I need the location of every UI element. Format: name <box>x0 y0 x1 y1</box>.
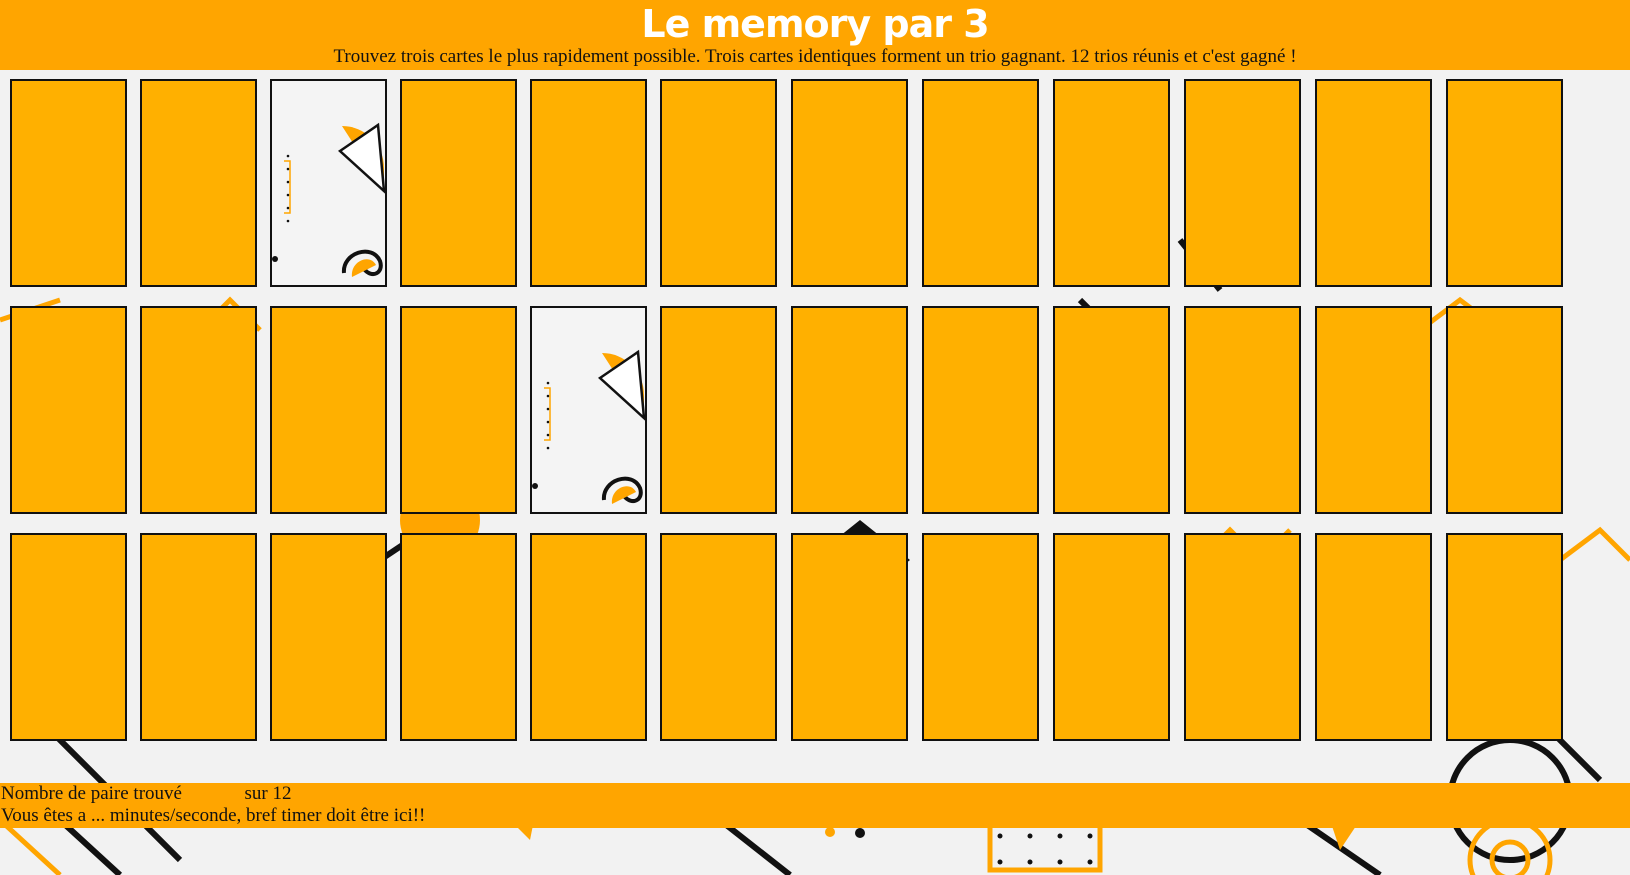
memory-card[interactable] <box>270 533 387 741</box>
timer-text: Vous êtes a ... minutes/seconde, bref ti… <box>1 805 426 826</box>
memory-card[interactable] <box>1446 79 1563 287</box>
memory-card[interactable] <box>140 79 257 287</box>
memory-card[interactable] <box>791 533 908 741</box>
memory-card[interactable] <box>400 306 517 514</box>
memory-card[interactable] <box>1446 306 1563 514</box>
memory-card[interactable] <box>922 79 1039 287</box>
memory-card[interactable] <box>1446 533 1563 741</box>
memory-card[interactable] <box>791 79 908 287</box>
memory-card[interactable] <box>660 533 777 741</box>
memory-card[interactable] <box>10 533 127 741</box>
memory-card[interactable] <box>10 306 127 514</box>
memory-card[interactable] <box>1053 533 1170 741</box>
memory-card[interactable] <box>1184 533 1301 741</box>
memory-card[interactable] <box>530 533 647 741</box>
memory-card[interactable] <box>140 533 257 741</box>
page-header: Le memory par 3 Trouvez trois cartes le … <box>0 0 1630 70</box>
memory-card[interactable] <box>1315 79 1432 287</box>
game-instructions: Trouvez trois cartes le plus rapidement … <box>333 46 1297 67</box>
memory-card[interactable] <box>1053 306 1170 514</box>
memory-card[interactable] <box>1053 79 1170 287</box>
memory-card[interactable] <box>660 79 777 287</box>
memory-card[interactable] <box>270 306 387 514</box>
memory-card[interactable] <box>10 79 127 287</box>
memory-card[interactable] <box>660 306 777 514</box>
memory-card[interactable] <box>1184 306 1301 514</box>
memory-card-revealed[interactable] <box>270 79 387 287</box>
memory-card[interactable] <box>1315 533 1432 741</box>
memory-card[interactable] <box>400 533 517 741</box>
memory-card[interactable] <box>922 306 1039 514</box>
score-total: sur 12 <box>244 783 292 804</box>
memory-card[interactable] <box>140 306 257 514</box>
memory-card[interactable] <box>791 306 908 514</box>
score-line: Nombre de paire trouvé sur 12 <box>0 783 1630 805</box>
status-bar: Nombre de paire trouvé sur 12 Vous êtes … <box>0 783 1630 828</box>
memory-card[interactable] <box>400 79 517 287</box>
score-label: Nombre de paire trouvé <box>1 783 182 804</box>
memory-card[interactable] <box>1184 79 1301 287</box>
memory-card[interactable] <box>530 79 647 287</box>
card-grid <box>0 70 1630 783</box>
memory-card-revealed[interactable] <box>530 306 647 514</box>
memory-card[interactable] <box>1315 306 1432 514</box>
memory-card[interactable] <box>922 533 1039 741</box>
game-title: Le memory par 3 <box>641 2 989 46</box>
